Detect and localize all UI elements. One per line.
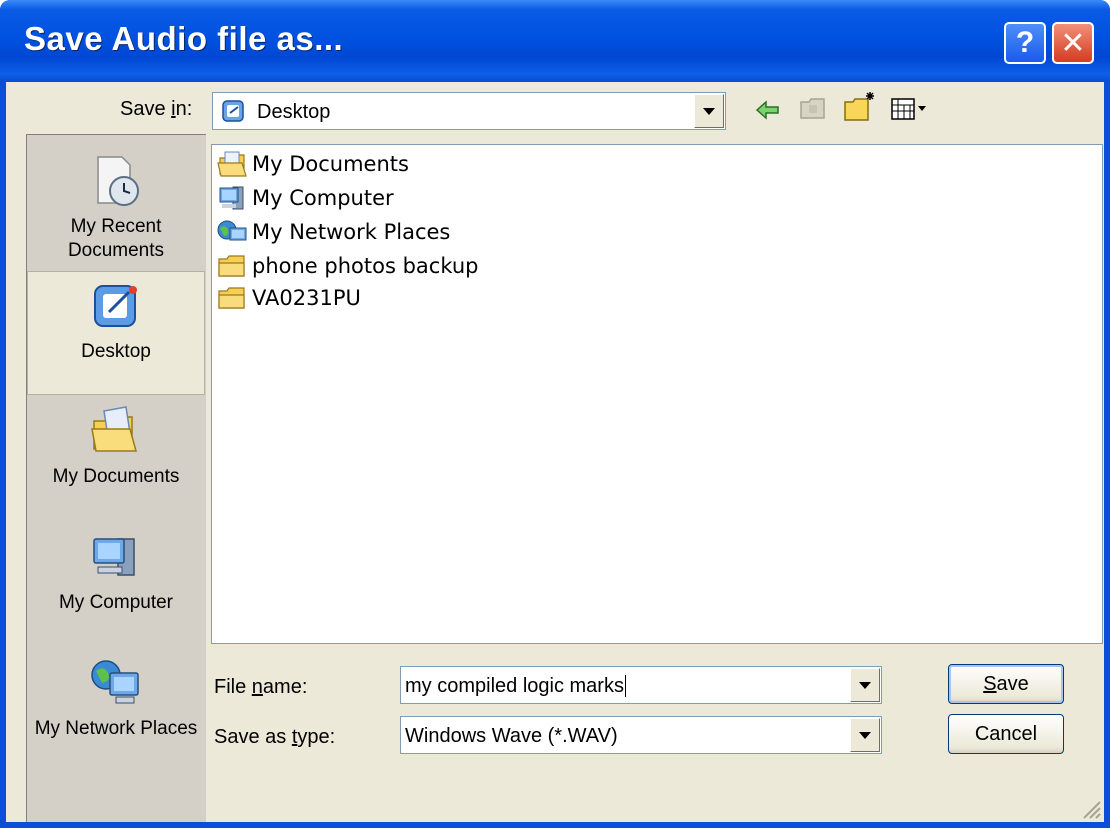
list-item[interactable]: My Computer bbox=[216, 183, 394, 213]
place-label: My Recent Documents bbox=[67, 216, 165, 261]
desktop-icon bbox=[94, 285, 137, 327]
my-documents-icon bbox=[217, 151, 247, 177]
my-documents-icon bbox=[91, 406, 137, 452]
recent-documents-icon bbox=[97, 156, 139, 206]
place-label: My Network Places bbox=[34, 718, 198, 739]
folder-icon bbox=[218, 287, 245, 309]
save-button[interactable]: Save bbox=[948, 664, 1064, 704]
up-folder-icon bbox=[800, 98, 825, 119]
file-list[interactable]: My Documents My Computer My Network Plac… bbox=[211, 144, 1103, 644]
place-desktop[interactable]: Desktop bbox=[27, 271, 205, 395]
view-menu-icon[interactable] bbox=[890, 96, 930, 122]
place-network-places[interactable]: My Network Places bbox=[27, 649, 205, 799]
place-label: Desktop bbox=[81, 341, 151, 362]
close-button[interactable]: ✕ bbox=[1052, 22, 1094, 64]
save-as-type-dropdown[interactable]: Windows Wave (*.WAV) bbox=[400, 716, 882, 754]
file-name-dropdown-arrow[interactable] bbox=[850, 668, 880, 702]
dialog-body: Save in: Desktop My Recent Documents Des… bbox=[6, 82, 1104, 822]
list-item-label: phone photos backup bbox=[252, 254, 479, 278]
save-as-type-value: Windows Wave (*.WAV) bbox=[405, 725, 618, 747]
desktop-icon bbox=[222, 100, 244, 122]
my-computer-icon bbox=[93, 538, 135, 576]
chevron-down-icon bbox=[859, 681, 871, 689]
chevron-down-icon bbox=[703, 107, 715, 115]
place-my-documents[interactable]: My Documents bbox=[27, 397, 205, 521]
save-audio-dialog: Save Audio file as... ? ✕ Save in: Deskt… bbox=[0, 0, 1110, 828]
new-folder-icon[interactable] bbox=[842, 90, 878, 124]
list-item-label: My Computer bbox=[252, 186, 394, 210]
place-recent-documents[interactable]: My Recent Documents bbox=[27, 147, 205, 271]
file-name-input[interactable]: my compiled logic marks bbox=[400, 666, 882, 704]
close-icon: ✕ bbox=[1060, 26, 1086, 60]
chevron-down-icon bbox=[859, 731, 871, 739]
place-label: My Documents bbox=[52, 466, 180, 487]
save-in-dropdown-arrow[interactable] bbox=[694, 94, 724, 128]
title-bar[interactable]: Save Audio file as... ? ✕ bbox=[0, 0, 1110, 82]
list-item[interactable]: My Network Places bbox=[216, 217, 450, 247]
list-item-label: VA0231PU bbox=[252, 286, 361, 310]
save-in-label: Save in: bbox=[120, 98, 193, 120]
my-computer-icon bbox=[219, 186, 244, 210]
save-as-type-label: Save as type: bbox=[214, 726, 336, 748]
places-bar: My Recent Documents Desktop My Documents bbox=[26, 134, 206, 822]
place-label: My Computer bbox=[58, 592, 174, 613]
help-button[interactable]: ? bbox=[1004, 22, 1046, 64]
network-places-icon bbox=[91, 660, 139, 704]
cancel-button[interactable]: Cancel bbox=[948, 714, 1064, 754]
list-item-label: My Network Places bbox=[252, 220, 451, 244]
dialog-title: Save Audio file as... bbox=[24, 20, 344, 57]
file-name-value: my compiled logic marks bbox=[405, 675, 626, 697]
list-item-label: My Documents bbox=[252, 152, 409, 176]
save-as-type-dropdown-arrow[interactable] bbox=[850, 718, 880, 752]
help-icon: ? bbox=[1015, 26, 1035, 59]
list-item[interactable]: phone photos backup bbox=[216, 251, 478, 281]
list-item[interactable]: VA0231PU bbox=[216, 283, 361, 313]
folder-icon bbox=[218, 255, 245, 277]
save-in-dropdown[interactable]: Desktop bbox=[212, 92, 726, 130]
back-icon[interactable] bbox=[754, 98, 782, 122]
resize-grip-icon[interactable] bbox=[1078, 796, 1102, 820]
file-name-label: File name: bbox=[214, 676, 308, 698]
list-item[interactable]: My Documents bbox=[216, 149, 409, 179]
place-my-computer[interactable]: My Computer bbox=[27, 523, 205, 647]
save-in-value: Desktop bbox=[257, 101, 331, 123]
network-places-icon bbox=[217, 220, 247, 241]
